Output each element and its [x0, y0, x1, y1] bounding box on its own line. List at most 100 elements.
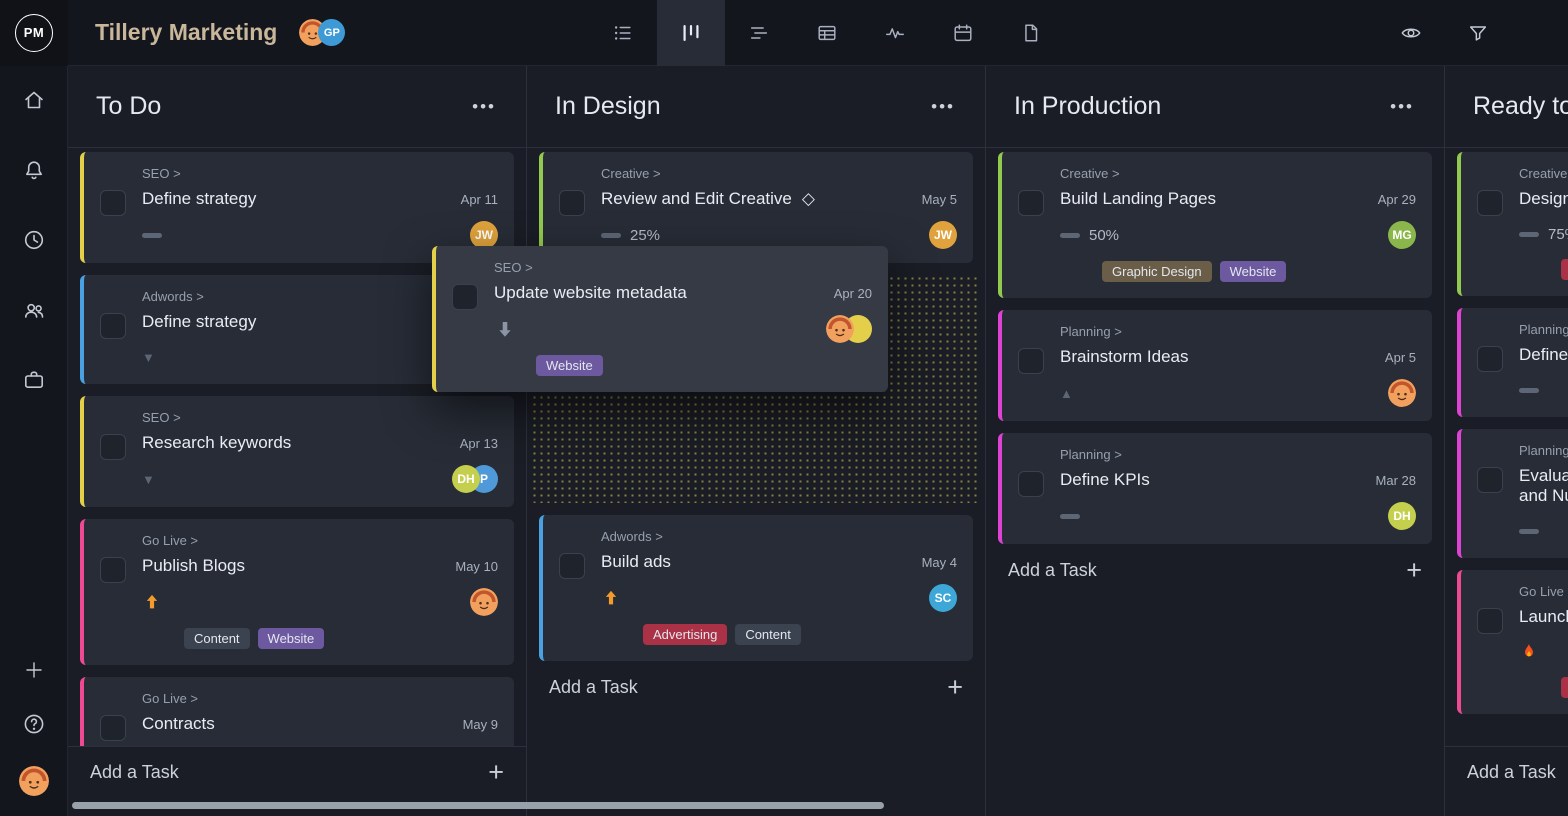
doc-view-icon	[1020, 22, 1042, 44]
task-title: Publish Blogs	[142, 556, 245, 576]
view-tab-board[interactable]	[657, 0, 725, 66]
task-checkbox[interactable]	[100, 313, 126, 339]
app-root: PM Tillery Marketing GP To Do ••• SEO > …	[0, 0, 1568, 816]
task-card[interactable]: Planning > Evaluate and Numbers	[1457, 429, 1568, 558]
task-card[interactable]: Creative > Build Landing Pages Apr 29 50…	[998, 152, 1432, 298]
progress-label: 75%	[1548, 226, 1568, 243]
milestone-diamond-icon: ◇	[802, 189, 815, 208]
task-card[interactable]: Planning > Brainstorm Ideas Apr 5 ▲	[998, 310, 1432, 421]
header-avatars[interactable]: GP	[299, 19, 345, 46]
task-card[interactable]: SEO > Research keywords Apr 13 ▼ DHP	[80, 396, 514, 507]
sidebar-bottom	[19, 658, 49, 816]
task-title: Launch Campaign	[1519, 607, 1568, 627]
user-face-avatar	[1388, 379, 1416, 407]
column-menu-button[interactable]: •••	[472, 97, 496, 117]
add-task-label: Add a Task	[1467, 762, 1556, 783]
visibility-icon[interactable]	[1400, 22, 1422, 44]
user-face-avatar	[470, 588, 498, 616]
view-tab-doc[interactable]	[997, 0, 1065, 66]
sidebar	[0, 66, 68, 816]
task-due-date: May 9	[463, 717, 498, 732]
topbar-actions	[1400, 0, 1489, 66]
task-card[interactable]: Planning > Define message	[1457, 308, 1568, 417]
task-card[interactable]: Go Live > Contracts May 9	[80, 677, 514, 746]
view-tab-calendar[interactable]	[929, 0, 997, 66]
assignee-avatars	[470, 588, 498, 616]
progress-bar	[601, 233, 621, 238]
board-view-icon	[680, 22, 702, 44]
task-checkbox[interactable]	[1018, 471, 1044, 497]
task-checkbox[interactable]	[559, 553, 585, 579]
tag-website: Website	[1220, 261, 1287, 282]
task-card[interactable]: Go Live > Launch Campaign Advertising	[1457, 570, 1568, 714]
column-title: Ready to Launch	[1473, 92, 1568, 121]
view-tab-activity[interactable]	[861, 0, 929, 66]
task-checkbox[interactable]	[1477, 608, 1503, 634]
dragged-card[interactable]: SEO > Update website metadata Apr 20 Web…	[432, 246, 888, 392]
task-checkbox[interactable]	[1018, 190, 1044, 216]
app-logo[interactable]: PM	[0, 0, 68, 66]
user-initials-avatar: MG	[1388, 221, 1416, 249]
sidebar-user-avatar[interactable]	[19, 766, 49, 796]
task-title: Define message	[1519, 345, 1568, 365]
add-task-button[interactable]: Add a Task +	[986, 544, 1444, 596]
priority-fire-icon	[1519, 642, 1539, 662]
sidebar-item-plus[interactable]	[22, 658, 46, 682]
horizontal-scrollbar[interactable]	[72, 802, 884, 809]
add-task-label: Add a Task	[1008, 560, 1097, 581]
assignee-avatars	[1388, 379, 1416, 407]
task-checkbox[interactable]	[100, 434, 126, 460]
task-checkbox[interactable]	[1477, 467, 1503, 493]
task-category: Creative >	[1060, 166, 1416, 181]
sidebar-item-briefcase[interactable]	[22, 368, 46, 392]
help-icon	[22, 712, 46, 736]
task-tags: Graphic DesignWebsite	[1102, 261, 1416, 282]
tag-advertising: Advertising	[643, 624, 727, 645]
priority-up-icon	[142, 592, 162, 612]
task-category: Adwords >	[601, 529, 957, 544]
task-category: Creative >	[601, 166, 957, 181]
task-title: Design Ads	[1519, 189, 1568, 209]
task-card[interactable]: Go Live > Publish Blogs May 10 ContentWe…	[80, 519, 514, 665]
filter-icon[interactable]	[1467, 22, 1489, 44]
view-tab-sheet[interactable]	[793, 0, 861, 66]
column-menu-button[interactable]: •••	[1390, 97, 1414, 117]
task-checkbox[interactable]	[100, 715, 126, 741]
plus-icon: +	[947, 674, 963, 701]
task-checkbox[interactable]	[1477, 346, 1503, 372]
add-task-button[interactable]: Add a Task +	[1445, 746, 1568, 798]
column-menu-button[interactable]: •••	[931, 97, 955, 117]
task-checkbox[interactable]	[1477, 190, 1503, 216]
add-task-button[interactable]: Add a Task +	[68, 746, 526, 798]
task-title: Build ads	[601, 552, 671, 572]
task-card[interactable]: Planning > Define KPIs Mar 28 DH	[998, 433, 1432, 544]
tasks-view-icon	[748, 22, 770, 44]
view-tab-tasks[interactable]	[725, 0, 793, 66]
task-checkbox[interactable]	[452, 284, 478, 310]
sidebar-item-home[interactable]	[22, 88, 46, 112]
pm-logo-icon: PM	[15, 14, 53, 52]
progress-label: 25%	[630, 227, 660, 244]
add-task-button[interactable]: Add a Task +	[527, 661, 985, 713]
task-checkbox[interactable]	[1018, 348, 1044, 374]
sidebar-item-bell[interactable]	[22, 158, 46, 182]
progress-bar	[1060, 233, 1080, 238]
team-icon	[22, 298, 46, 322]
task-checkbox[interactable]	[559, 190, 585, 216]
task-tags: Advertising	[1561, 259, 1568, 280]
task-category: Go Live >	[142, 533, 498, 548]
progress-bar	[1519, 232, 1539, 237]
sidebar-item-clock[interactable]	[22, 228, 46, 252]
clock-icon	[22, 228, 46, 252]
task-card[interactable]: Creative > Design Ads 75% Advertising	[1457, 152, 1568, 296]
task-tags: AdvertisingContent	[643, 624, 957, 645]
sidebar-item-help[interactable]	[22, 712, 46, 736]
tag-website: Website	[536, 355, 603, 376]
task-card[interactable]: Adwords > Build ads May 4 SC Advertising…	[539, 515, 973, 661]
task-checkbox[interactable]	[100, 557, 126, 583]
task-tags: Website	[536, 355, 872, 376]
view-tab-list[interactable]	[589, 0, 657, 66]
task-checkbox[interactable]	[100, 190, 126, 216]
sidebar-item-team[interactable]	[22, 298, 46, 322]
task-category: Go Live >	[1519, 584, 1568, 599]
